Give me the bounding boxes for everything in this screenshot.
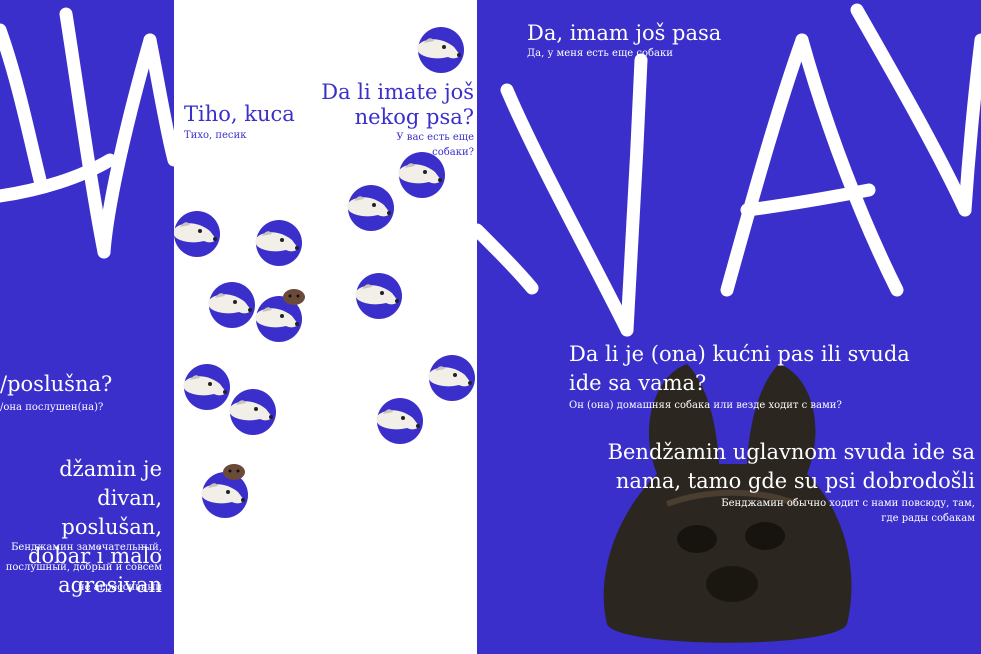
left-answer-ru: Бенджамин замечательный, послушный, добр…: [5, 542, 162, 593]
greyhound-dog-sticker: [347, 185, 394, 231]
puppy-sticker: [222, 462, 246, 484]
right-question: Da li je (ona) kućni pas ili svuda ide s…: [569, 342, 910, 395]
right-title: Da, imam još pasa: [527, 21, 722, 45]
greyhound-dog-sticker: [398, 152, 445, 198]
middle-title: Tiho, kuca: [184, 102, 295, 126]
right-title-ru: Да, у меня есть еще собаки: [527, 48, 673, 59]
greyhound-dog-sticker: [208, 282, 255, 328]
right-question-ru: Он (она) домашняя собака или везде ходит…: [569, 400, 842, 411]
left-question-ru: /она послушен(на)?: [0, 402, 104, 413]
right-answer-ru: Бенджамин обычно ходит с нами повсюду, т…: [721, 498, 975, 524]
greyhound-dog-sticker: [376, 398, 423, 444]
greyhound-dog-sticker: [174, 211, 220, 257]
right-panel: Da, imam još pasa Да, у меня есть еще со…: [477, 0, 981, 654]
middle-panel: Tiho, kuca Тихо, песик Da li imate još n…: [174, 0, 477, 654]
left-question: /poslušna?: [0, 372, 113, 396]
greyhound-dog-sticker: [183, 364, 230, 410]
left-panel: /poslušna? /она послушен(на)? džamin je …: [0, 0, 174, 654]
middle-question: Da li imate još nekog psa?: [321, 80, 474, 129]
greyhound-dog-sticker: [428, 355, 475, 401]
middle-title-ru: Тихо, песик: [184, 130, 247, 141]
greyhound-dog-sticker: [355, 273, 402, 319]
greyhound-dog-sticker: [417, 27, 464, 73]
puppy-sticker: [282, 287, 306, 309]
greyhound-dog-sticker: [255, 220, 302, 266]
greyhound-dog-sticker: [229, 389, 276, 435]
right-answer: Bendžamin uglavnom svuda ide sa nama, ta…: [607, 440, 975, 493]
